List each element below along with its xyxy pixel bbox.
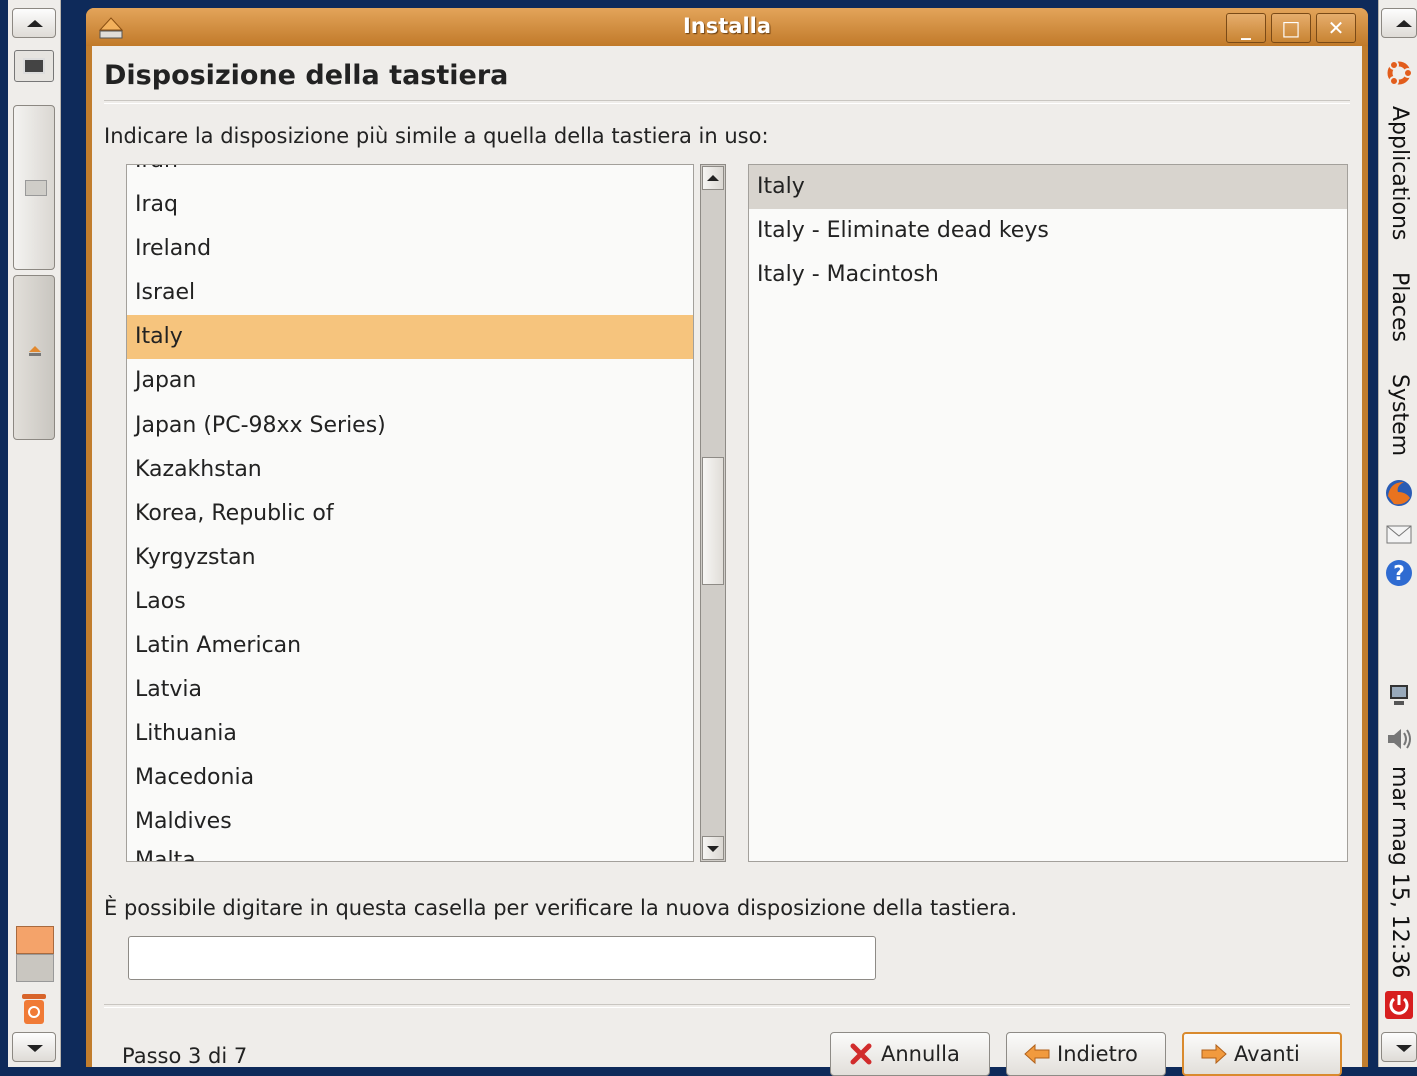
menu-applications[interactable]: Applications (1387, 106, 1412, 240)
help-icon[interactable]: ? (1384, 558, 1414, 588)
arrow-left-icon (1024, 1043, 1050, 1065)
back-button[interactable]: Indietro (1006, 1032, 1166, 1076)
variant-item-selected[interactable]: Italy (749, 165, 1347, 209)
list-item[interactable]: Laos (127, 580, 693, 624)
arrow-right-icon (1201, 1043, 1227, 1065)
installer-window: Installa _ □ ✕ Disposizione della tastie… (86, 8, 1368, 1076)
workspace-switcher-active[interactable] (16, 926, 54, 954)
scrollbar-thumb[interactable] (702, 457, 724, 585)
back-label: Indietro (1057, 1042, 1138, 1066)
next-button[interactable]: Avanti (1182, 1032, 1342, 1076)
scroll-down-button[interactable] (702, 836, 724, 860)
panel-scroll-up-button[interactable] (1381, 8, 1417, 38)
minimize-icon: _ (1241, 16, 1251, 40)
separator (104, 100, 1350, 104)
title-bar[interactable]: Installa _ □ ✕ (86, 8, 1368, 46)
panel-scroll-up-button[interactable] (12, 8, 56, 38)
volume-icon[interactable] (1384, 724, 1414, 754)
list-item[interactable]: Korea, Republic of (127, 492, 693, 536)
variant-item[interactable]: Italy - Macintosh (749, 253, 1347, 297)
list-item[interactable]: Latvia (127, 668, 693, 712)
ubuntu-logo-icon[interactable] (1384, 58, 1414, 88)
close-icon: ✕ (1327, 16, 1345, 40)
list-item[interactable]: Latin American (127, 624, 693, 668)
top-panel-vertical: Applications Places System ? mar mag 15,… (1378, 0, 1417, 1067)
menu-system[interactable]: System (1387, 374, 1412, 456)
maximize-button[interactable]: □ (1271, 13, 1311, 43)
clock[interactable]: mar mag 15, 12:36 (1387, 766, 1412, 978)
list-item[interactable]: Malta (127, 839, 693, 861)
minimize-button[interactable]: _ (1226, 13, 1266, 43)
window-content: Disposizione della tastiera Indicare la … (92, 46, 1362, 1076)
list-item[interactable]: Japan (PC-98xx Series) (127, 404, 693, 448)
list-item[interactable]: Lithuania (127, 712, 693, 756)
cancel-icon (850, 1043, 872, 1065)
country-list[interactable]: Iran IraqIrelandIsraelItalyJapanJapan (P… (126, 164, 694, 862)
scroll-up-button[interactable] (702, 166, 724, 190)
list-item[interactable]: Kazakhstan (127, 448, 693, 492)
power-icon[interactable] (1384, 990, 1414, 1020)
next-label: Avanti (1234, 1042, 1300, 1066)
list-item[interactable]: Israel (127, 271, 693, 315)
list-item[interactable]: Macedonia (127, 756, 693, 800)
list-item[interactable]: Kyrgyzstan (127, 536, 693, 580)
firefox-icon[interactable] (1384, 478, 1414, 508)
svg-text:?: ? (1393, 561, 1405, 585)
page-title: Disposizione della tastiera (104, 60, 509, 91)
network-icon[interactable] (1384, 680, 1414, 710)
workspace-1[interactable] (13, 105, 55, 270)
cancel-label: Annulla (881, 1042, 960, 1066)
list-item[interactable]: Iraq (127, 183, 693, 227)
left-panel (8, 0, 61, 1067)
list-item[interactable]: Ireland (127, 227, 693, 271)
country-list-scrollbar[interactable] (700, 164, 726, 862)
variant-list[interactable]: Italy Italy - Eliminate dead keys Italy - … (748, 164, 1348, 862)
maximize-icon: □ (1281, 16, 1301, 40)
installer-icon (29, 346, 41, 356)
layout-prompt: Indicare la disposizione più simile a qu… (104, 124, 769, 148)
list-item[interactable]: Maldives (127, 800, 693, 844)
trash-icon[interactable] (20, 990, 48, 1026)
list-item[interactable]: Iran (127, 165, 693, 183)
menu-places[interactable]: Places (1387, 272, 1412, 342)
window-title: Installa (682, 14, 772, 38)
separator (104, 1004, 1350, 1008)
keyboard-test-input[interactable] (128, 936, 876, 980)
list-item[interactable]: Japan (127, 359, 693, 403)
panel-scroll-down-button[interactable] (1381, 1032, 1417, 1062)
mail-icon[interactable] (1384, 518, 1414, 548)
step-indicator: Passo 3 di 7 (122, 1044, 248, 1068)
variant-item[interactable]: Italy - Eliminate dead keys (749, 209, 1347, 253)
show-desktop-icon[interactable] (14, 50, 54, 82)
cancel-button[interactable]: Annulla (830, 1032, 990, 1076)
test-hint: È possibile digitare in questa casella p… (104, 896, 1018, 920)
panel-scroll-down-button[interactable] (12, 1032, 56, 1062)
workspace-2[interactable] (13, 275, 55, 440)
list-item-selected[interactable]: Italy (127, 315, 693, 360)
close-button[interactable]: ✕ (1316, 13, 1356, 43)
window-thumbnail (25, 180, 47, 196)
workspace-switcher-inactive[interactable] (16, 954, 54, 982)
